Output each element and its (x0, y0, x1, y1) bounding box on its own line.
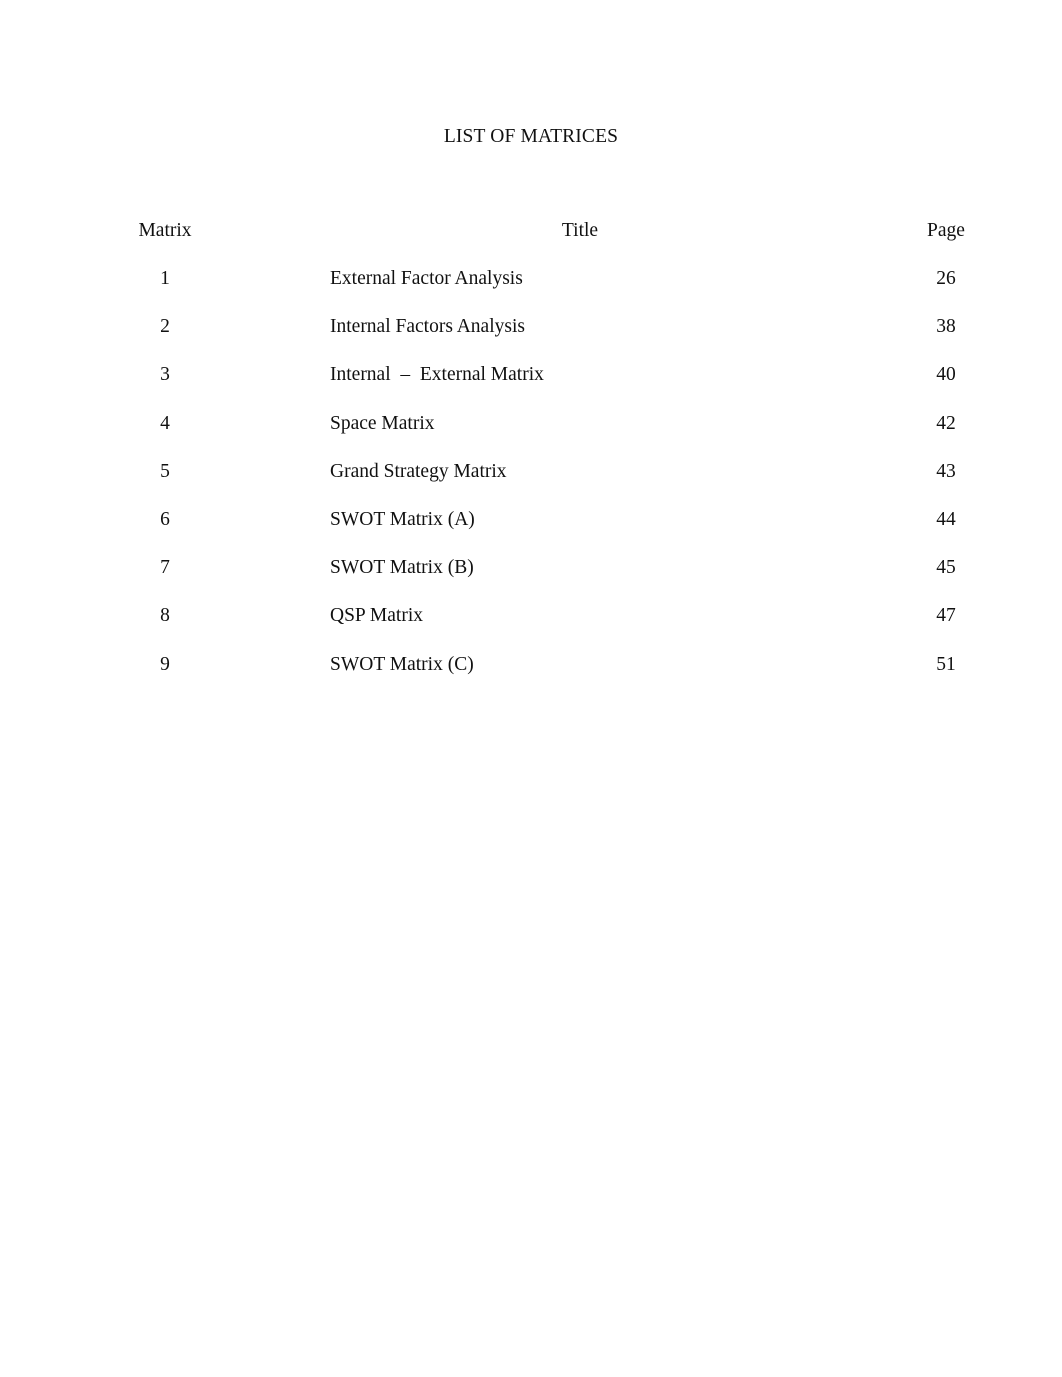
cell-matrix-title: SWOT Matrix (B) (330, 557, 474, 579)
cell-matrix-title: Internal Factors Analysis (330, 316, 525, 338)
cell-matrix-title: External Factor Analysis (330, 268, 523, 289)
cell-page-number: 51 (936, 653, 956, 675)
cell-matrix-title: SWOT Matrix (C) (330, 653, 474, 675)
table-header-row: Matrix Title Page (0, 216, 1062, 264)
table-row: 1 External Factor Analysis 26 (0, 264, 1062, 312)
table-row: 8 QSP Matrix 47 (0, 601, 1062, 649)
table-row: 3 Internal – External Matrix 40 (0, 360, 1062, 408)
cell-matrix-number: 5 (160, 460, 170, 482)
document-page: LIST OF MATRICES Matrix Title Page 1 Ext… (0, 0, 1062, 1377)
cell-matrix-title: Grand Strategy Matrix (330, 460, 507, 482)
column-header-title: Title (561, 220, 599, 241)
cell-page-number: 42 (936, 412, 956, 434)
cell-matrix-number: 7 (160, 557, 170, 579)
cell-matrix-title: SWOT Matrix (A) (330, 508, 475, 530)
cell-page-number: 40 (936, 364, 956, 386)
cell-matrix-number: 3 (160, 364, 170, 386)
table-row: 6 SWOT Matrix (A) 44 (0, 505, 1062, 553)
cell-matrix-number: 2 (160, 316, 170, 338)
table-row: 5 Grand Strategy Matrix 43 (0, 457, 1062, 505)
cell-page-number: 44 (936, 508, 956, 530)
page-title: LIST OF MATRICES (443, 126, 619, 147)
table-row: 9 SWOT Matrix (C) 51 (0, 650, 1062, 698)
cell-page-number: 26 (936, 268, 956, 289)
cell-matrix-number: 8 (160, 605, 170, 627)
column-header-matrix: Matrix (138, 220, 192, 241)
cell-page-number: 38 (936, 316, 956, 338)
column-header-page: Page (927, 220, 965, 241)
cell-matrix-title: Space Matrix (330, 412, 435, 434)
table-row: 7 SWOT Matrix (B) 45 (0, 553, 1062, 601)
cell-matrix-title: QSP Matrix (330, 605, 423, 627)
list-of-matrices-table: Matrix Title Page 1 External Factor Anal… (0, 216, 1062, 698)
cell-matrix-number: 6 (160, 508, 170, 530)
cell-matrix-title: Internal – External Matrix (330, 364, 544, 386)
cell-matrix-number: 4 (160, 412, 170, 434)
table-header: Matrix Title Page (0, 216, 1062, 264)
cell-page-number: 45 (936, 557, 956, 579)
table-body: 1 External Factor Analysis 26 2 Internal… (0, 264, 1062, 698)
cell-matrix-number: 9 (160, 653, 170, 675)
cell-matrix-number: 1 (160, 268, 170, 289)
table-row: 2 Internal Factors Analysis 38 (0, 312, 1062, 360)
table-row: 4 Space Matrix 42 (0, 409, 1062, 457)
cell-page-number: 47 (936, 605, 956, 627)
cell-page-number: 43 (936, 460, 956, 482)
